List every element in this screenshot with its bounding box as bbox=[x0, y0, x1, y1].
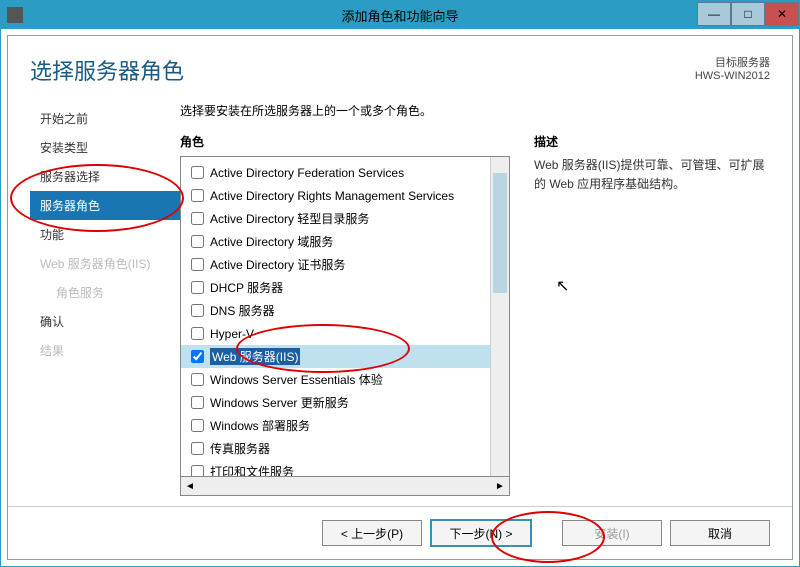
target-server-name: HWS-WIN2012 bbox=[695, 70, 770, 82]
roles-list: Active Directory Federation Services Acti… bbox=[181, 157, 490, 476]
previous-button[interactable]: < 上一步(P) bbox=[322, 520, 422, 546]
role-row[interactable]: DNS 服务器 bbox=[181, 299, 490, 322]
role-row[interactable]: DHCP 服务器 bbox=[181, 276, 490, 299]
role-checkbox[interactable] bbox=[191, 235, 204, 248]
wizard-inner: 选择服务器角色 目标服务器 HWS-WIN2012 开始之前安装类型服务器选择服… bbox=[7, 35, 793, 560]
role-row[interactable]: Web 服务器(IIS) bbox=[181, 345, 490, 368]
role-checkbox[interactable] bbox=[191, 166, 204, 179]
role-checkbox[interactable] bbox=[191, 396, 204, 409]
role-label: DHCP 服务器 bbox=[210, 279, 283, 296]
header-row: 选择服务器角色 目标服务器 HWS-WIN2012 bbox=[8, 36, 792, 94]
description-text: Web 服务器(IIS)提供可靠、可管理、可扩展的 Web 应用程序基础结构。 bbox=[534, 156, 770, 194]
role-label: Windows Server 更新服务 bbox=[210, 394, 349, 411]
role-row[interactable]: 打印和文件服务 bbox=[181, 460, 490, 476]
nav-step-7[interactable]: 确认 bbox=[30, 307, 180, 336]
nav-step-1[interactable]: 安装类型 bbox=[30, 133, 180, 162]
install-button[interactable]: 安装(I) bbox=[562, 520, 662, 546]
nav-step-4[interactable]: 功能 bbox=[30, 220, 180, 249]
target-server-box: 目标服务器 HWS-WIN2012 bbox=[695, 54, 770, 82]
window-controls: — □ ✕ bbox=[697, 5, 799, 26]
nav-step-5: Web 服务器角色(IIS) bbox=[30, 249, 180, 278]
horizontal-scrollbar[interactable]: ◄ ► bbox=[180, 477, 510, 496]
role-label: Web 服务器(IIS) bbox=[210, 348, 300, 365]
role-row[interactable]: Active Directory Federation Services bbox=[181, 161, 490, 184]
role-checkbox[interactable] bbox=[191, 419, 204, 432]
scrollbar-thumb[interactable] bbox=[493, 173, 507, 293]
role-checkbox[interactable] bbox=[191, 304, 204, 317]
role-label: Active Directory 证书服务 bbox=[210, 256, 345, 273]
role-row[interactable]: Active Directory Rights Management Servi… bbox=[181, 184, 490, 207]
role-row[interactable]: Hyper-V bbox=[181, 322, 490, 345]
nav-step-2[interactable]: 服务器选择 bbox=[30, 162, 180, 191]
description-header: 描述 bbox=[534, 133, 770, 156]
role-checkbox[interactable] bbox=[191, 350, 204, 363]
role-label: Active Directory 轻型目录服务 bbox=[210, 210, 369, 227]
wizard-nav: 开始之前安装类型服务器选择服务器角色功能Web 服务器角色(IIS)角色服务确认… bbox=[30, 94, 180, 496]
wizard-body: 开始之前安装类型服务器选择服务器角色功能Web 服务器角色(IIS)角色服务确认… bbox=[8, 94, 792, 506]
role-checkbox[interactable] bbox=[191, 212, 204, 225]
role-checkbox[interactable] bbox=[191, 373, 204, 386]
role-label: 传真服务器 bbox=[210, 440, 270, 457]
main-area: 选择要安装在所选服务器上的一个或多个角色。 角色 Active Director… bbox=[180, 94, 770, 496]
role-label: Hyper-V bbox=[210, 327, 254, 341]
window-title: 添加角色和功能向导 bbox=[341, 6, 458, 25]
role-checkbox[interactable] bbox=[191, 258, 204, 271]
nav-step-0[interactable]: 开始之前 bbox=[30, 104, 180, 133]
next-button[interactable]: 下一步(N) > bbox=[430, 519, 532, 547]
hscroll-right-icon[interactable]: ► bbox=[491, 481, 509, 492]
role-row[interactable]: Windows Server 更新服务 bbox=[181, 391, 490, 414]
role-checkbox[interactable] bbox=[191, 465, 204, 476]
maximize-button[interactable]: □ bbox=[731, 2, 765, 26]
cancel-button[interactable]: 取消 bbox=[670, 520, 770, 546]
minimize-button[interactable]: — bbox=[697, 2, 731, 26]
role-row[interactable]: Active Directory 域服务 bbox=[181, 230, 490, 253]
role-label: Active Directory Rights Management Servi… bbox=[210, 189, 454, 203]
roles-column: 角色 Active Directory Federation ServicesA… bbox=[180, 133, 510, 496]
role-checkbox[interactable] bbox=[191, 442, 204, 455]
role-row[interactable]: Windows Server Essentials 体验 bbox=[181, 368, 490, 391]
role-checkbox[interactable] bbox=[191, 281, 204, 294]
page-title: 选择服务器角色 bbox=[30, 54, 184, 86]
role-row[interactable]: Active Directory 证书服务 bbox=[181, 253, 490, 276]
role-label: DNS 服务器 bbox=[210, 302, 275, 319]
role-label: Windows 部署服务 bbox=[210, 417, 310, 434]
role-row[interactable]: Windows 部署服务 bbox=[181, 414, 490, 437]
main-columns: 角色 Active Directory Federation ServicesA… bbox=[180, 133, 770, 496]
role-row[interactable]: 传真服务器 bbox=[181, 437, 490, 460]
wizard-footer: < 上一步(P) 下一步(N) > 安装(I) 取消 bbox=[8, 506, 792, 559]
app-icon bbox=[7, 7, 23, 23]
roles-header: 角色 bbox=[180, 133, 510, 156]
titlebar: 添加角色和功能向导 — □ ✕ bbox=[1, 1, 799, 29]
nav-step-6: 角色服务 bbox=[30, 278, 180, 307]
role-label: Windows Server Essentials 体验 bbox=[210, 371, 383, 388]
target-server-label: 目标服务器 bbox=[695, 54, 770, 70]
role-label: Active Directory 域服务 bbox=[210, 233, 333, 250]
role-label: Active Directory Federation Services bbox=[210, 166, 404, 180]
role-checkbox[interactable] bbox=[191, 189, 204, 202]
role-label: 打印和文件服务 bbox=[210, 463, 294, 476]
wizard-window: 添加角色和功能向导 — □ ✕ 选择服务器角色 目标服务器 HWS-WIN201… bbox=[0, 0, 800, 567]
close-button[interactable]: ✕ bbox=[765, 2, 799, 26]
nav-step-3[interactable]: 服务器角色 bbox=[30, 191, 180, 220]
hscroll-left-icon[interactable]: ◄ bbox=[181, 481, 199, 492]
description-column: 描述 Web 服务器(IIS)提供可靠、可管理、可扩展的 Web 应用程序基础结… bbox=[510, 133, 770, 496]
roles-listbox[interactable]: Active Directory Federation Services Acti… bbox=[180, 156, 510, 477]
roles-scroll-area: Active Directory Federation Services Acti… bbox=[181, 157, 490, 476]
role-checkbox[interactable] bbox=[191, 327, 204, 340]
instruction-text: 选择要安装在所选服务器上的一个或多个角色。 bbox=[180, 94, 770, 133]
vertical-scrollbar[interactable] bbox=[490, 157, 509, 476]
nav-step-8: 结果 bbox=[30, 336, 180, 365]
role-row[interactable]: Active Directory 轻型目录服务 bbox=[181, 207, 490, 230]
